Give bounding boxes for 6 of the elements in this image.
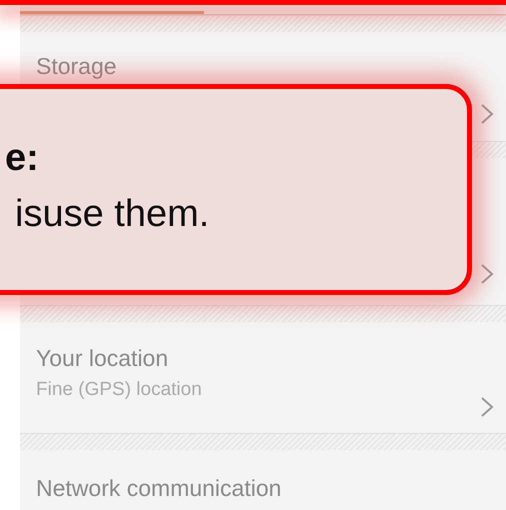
callout-text: e: xyxy=(5,137,39,181)
permission-title: Storage xyxy=(36,54,117,80)
permission-title: Your location xyxy=(36,346,170,372)
permission-detail: Fine (GPS) location xyxy=(36,379,202,402)
permission-title: Network communication xyxy=(36,476,282,502)
callout-text: isuse them. xyxy=(15,192,210,236)
